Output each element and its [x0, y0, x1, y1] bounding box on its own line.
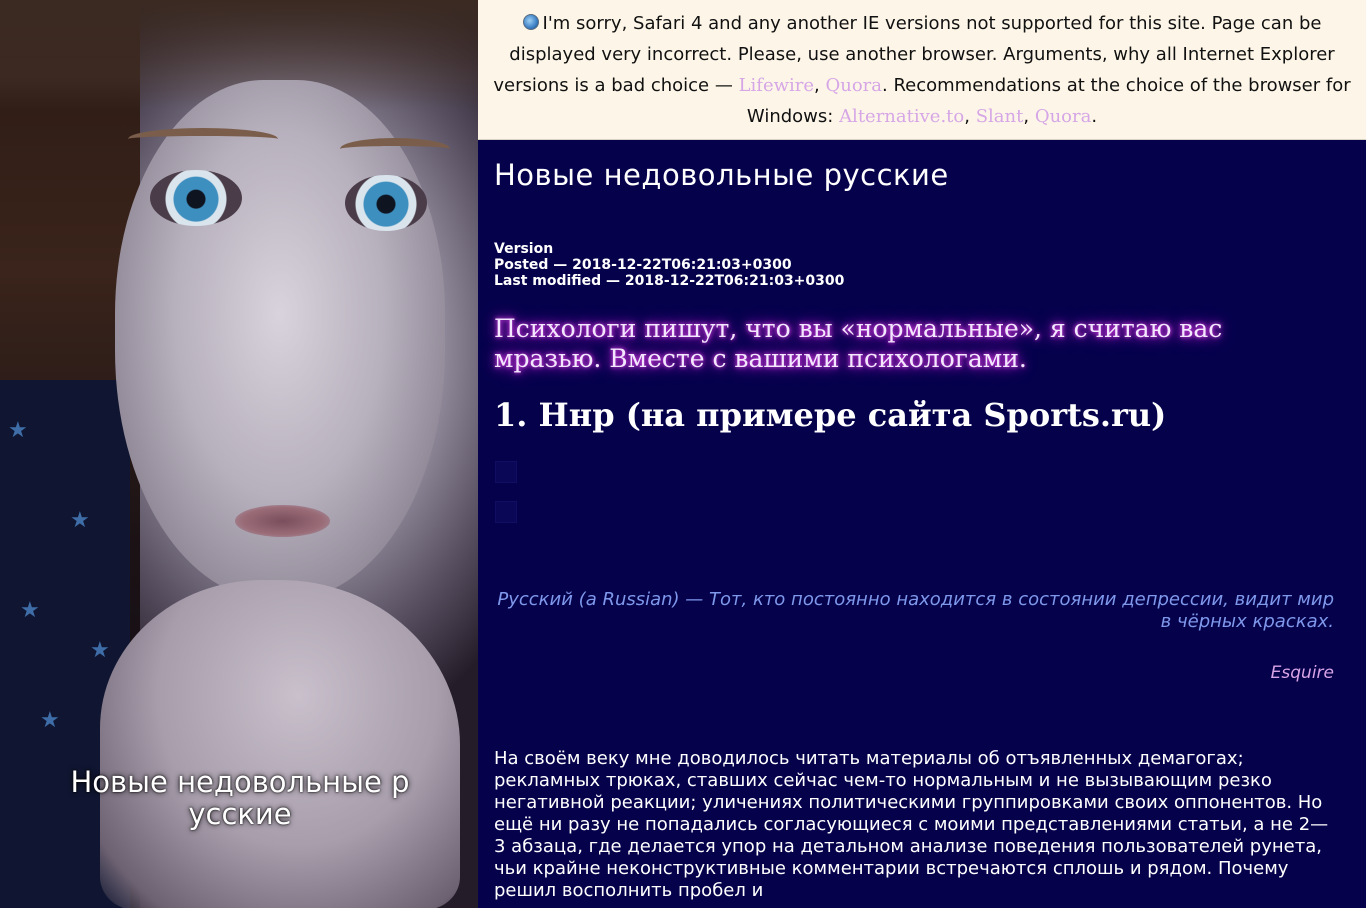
article-meta: Version Posted — 2018-12-22T06:21:03+030…: [494, 241, 844, 289]
star-icon: ★: [20, 598, 40, 623]
placeholder-image: [495, 461, 517, 483]
epigraph-source: Esquire: [1270, 663, 1334, 683]
article-body: На своём веку мне доводилось читать мате…: [494, 748, 1329, 901]
photo-eye: [345, 175, 427, 231]
notice-text: .: [1091, 106, 1098, 127]
photo-caption-title: Новые недовольные р усские: [70, 765, 410, 831]
link-quora[interactable]: Quora: [825, 75, 882, 96]
photo-brow: [128, 128, 278, 150]
meta-version: Version: [494, 241, 554, 257]
photo-hand: [100, 580, 460, 908]
star-icon: ★: [40, 708, 60, 733]
article-main: Новые недовольные русские Version Posted…: [478, 141, 1366, 908]
placeholder-image: [495, 501, 517, 523]
meta-modified: Last modified — 2018-12-22T06:21:03+0300: [494, 273, 845, 289]
page: ★ ★ ★ ★ ★ Новые недовольные р усские I'm…: [0, 0, 1366, 908]
link-lifewire[interactable]: Lifewire: [739, 75, 814, 96]
notice-separator: ,: [964, 106, 976, 127]
portrait-photo: ★ ★ ★ ★ ★ Новые недовольные р усские: [0, 0, 478, 908]
star-icon: ★: [70, 508, 90, 533]
star-icon: ★: [90, 638, 110, 663]
globe-icon: [522, 14, 539, 30]
photo-brow: [340, 138, 450, 160]
section-heading: 1. Ннр (на примере сайта Sports.ru): [494, 396, 1167, 434]
notice-separator: ,: [1023, 106, 1035, 127]
epigraph-quote: Русский (a Russian) — Тот, кто постоянно…: [497, 589, 1334, 632]
link-quora-2[interactable]: Quora: [1035, 106, 1092, 127]
photo-lips: [235, 505, 330, 537]
meta-posted: Posted — 2018-12-22T06:21:03+0300: [494, 257, 792, 273]
link-slant[interactable]: Slant: [976, 106, 1024, 127]
browser-notice: I'm sorry, Safari 4 and any another IE v…: [478, 0, 1366, 140]
site-title: Новые недовольные русские: [494, 158, 949, 192]
article-lead: Психологи пишут, что вы «нормальные», я …: [494, 314, 1223, 373]
photo-eye: [150, 170, 242, 226]
link-alternativeto[interactable]: Alternative.to: [839, 106, 964, 127]
notice-separator: ,: [814, 75, 826, 96]
star-icon: ★: [8, 418, 28, 443]
